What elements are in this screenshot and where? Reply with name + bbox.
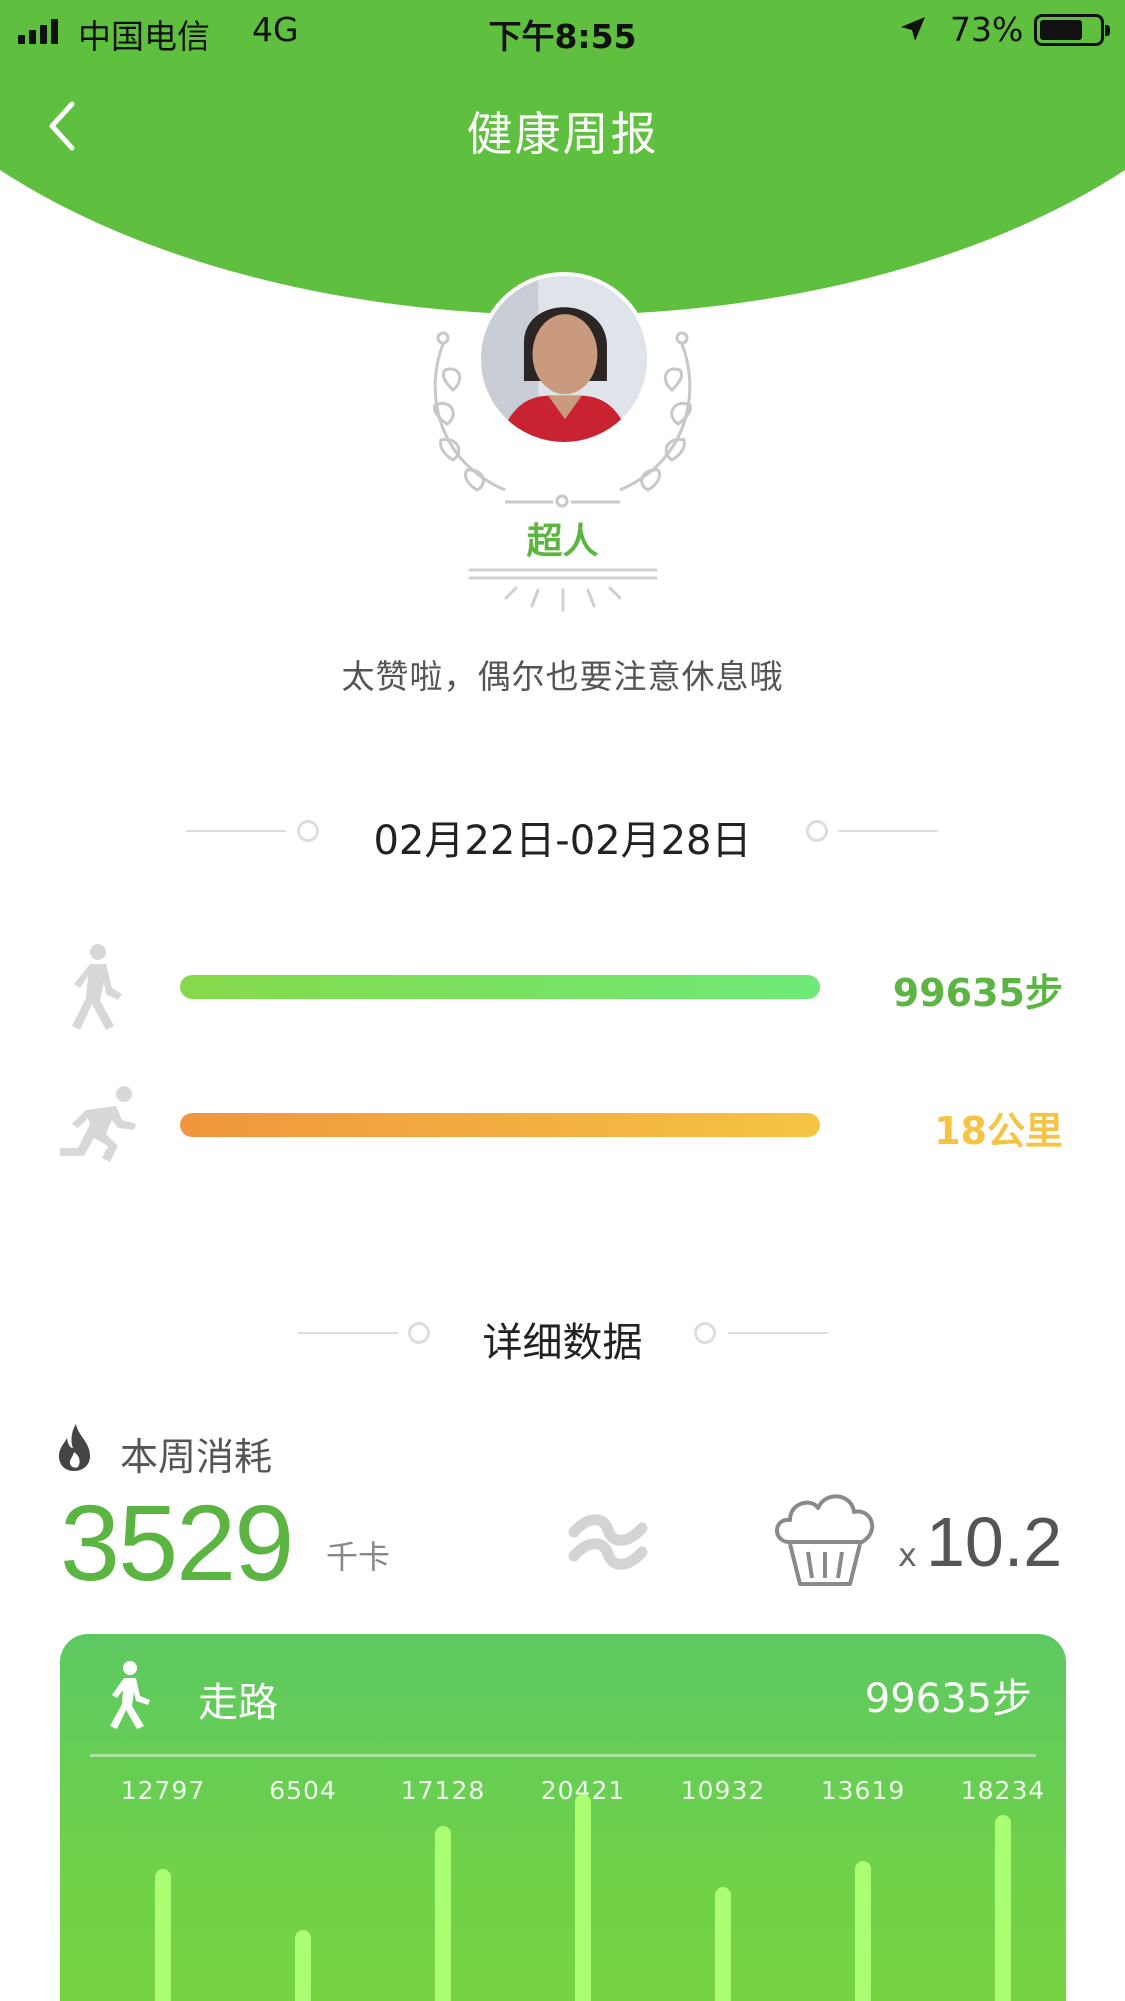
weekly-distance-value: 18公里	[934, 1109, 1063, 1153]
day-column: 10932	[653, 1754, 793, 2001]
walking-person-icon	[110, 1661, 150, 1729]
avatar-photo	[481, 276, 647, 442]
walking-label: 走路	[198, 1680, 278, 1726]
avatar[interactable]	[477, 272, 651, 446]
daily-steps-chart: 12797 6504 17128 20421 10932 13619 18234	[60, 1754, 1066, 2001]
weekly-health-report-screen: 中国电信 4G 下午8:55 73% 健康周报 超人 太赞啦，偶尔也要注意休息哦…	[0, 0, 1125, 2001]
details-heading: 详细数据	[482, 1320, 643, 1366]
calorie-label: 本周消耗	[120, 1435, 273, 1479]
day-column: 12797	[93, 1754, 233, 2001]
day-column: 20421	[513, 1754, 653, 2001]
day-steps-label: 12797	[120, 1776, 206, 1805]
flame-icon	[59, 1424, 90, 1471]
day-steps-bar	[435, 1826, 451, 2001]
weekly-steps-value: 99635步	[892, 971, 1063, 1015]
status-bar: 中国电信 4G 下午8:55 73%	[0, 0, 1125, 62]
walking-total-steps: 99635步	[864, 1676, 1032, 1722]
distance-progress-fill	[180, 1113, 820, 1137]
date-range-header: 02月22日-02月28日	[0, 800, 1125, 864]
running-person-icon	[60, 1086, 136, 1162]
encouragement-text: 太赞啦，偶尔也要注意休息哦	[341, 657, 784, 696]
day-steps-label: 17128	[400, 1776, 486, 1805]
calorie-value: 3529	[60, 1482, 294, 1603]
badge-underline-decoration	[468, 568, 658, 612]
location-arrow-icon	[901, 17, 925, 41]
distance-progress-bar	[180, 1113, 820, 1137]
muffin-multiplier: 10.2	[926, 1503, 1063, 1581]
muffin-icon	[775, 1494, 874, 1586]
battery-percent: 73%	[950, 10, 1024, 49]
details-header: 详细数据	[0, 1302, 1125, 1366]
day-steps-label: 10932	[680, 1776, 766, 1805]
day-column: 6504	[233, 1754, 373, 2001]
steps-progress-fill	[180, 975, 820, 999]
day-steps-bar	[715, 1886, 731, 2001]
day-steps-bar	[995, 1815, 1011, 2001]
battery-level	[1040, 20, 1083, 40]
day-column: 18234	[933, 1754, 1066, 2001]
day-steps-bar	[295, 1930, 311, 2001]
page-title: 健康周报	[466, 107, 659, 161]
day-column: 13619	[793, 1754, 933, 2001]
day-steps-bar	[155, 1868, 171, 2001]
date-range: 02月22日-02月28日	[373, 818, 752, 864]
day-steps-bar	[575, 1794, 591, 2001]
weekly-steps-row: 99635步	[0, 942, 1125, 1032]
walking-stats-card[interactable]: 走路 99635步 12797 6504 17128 20421 10932 13619 1…	[60, 1634, 1066, 2001]
multiplier-prefix: x	[898, 1536, 917, 1574]
day-column: 17128	[373, 1754, 513, 2001]
approximately-equal-icon	[568, 1514, 648, 1570]
weekly-distance-row: 18公里	[0, 1080, 1125, 1170]
calorie-unit: 千卡	[326, 1538, 391, 1576]
day-steps-label: 6504	[269, 1776, 337, 1805]
battery-icon	[1034, 14, 1110, 46]
achievement-title: 超人	[526, 521, 599, 562]
day-steps-label: 13619	[820, 1776, 906, 1805]
day-steps-label: 18234	[960, 1776, 1046, 1805]
day-steps-bar	[855, 1860, 871, 2001]
steps-progress-bar	[180, 975, 820, 999]
walking-person-icon	[72, 944, 122, 1030]
